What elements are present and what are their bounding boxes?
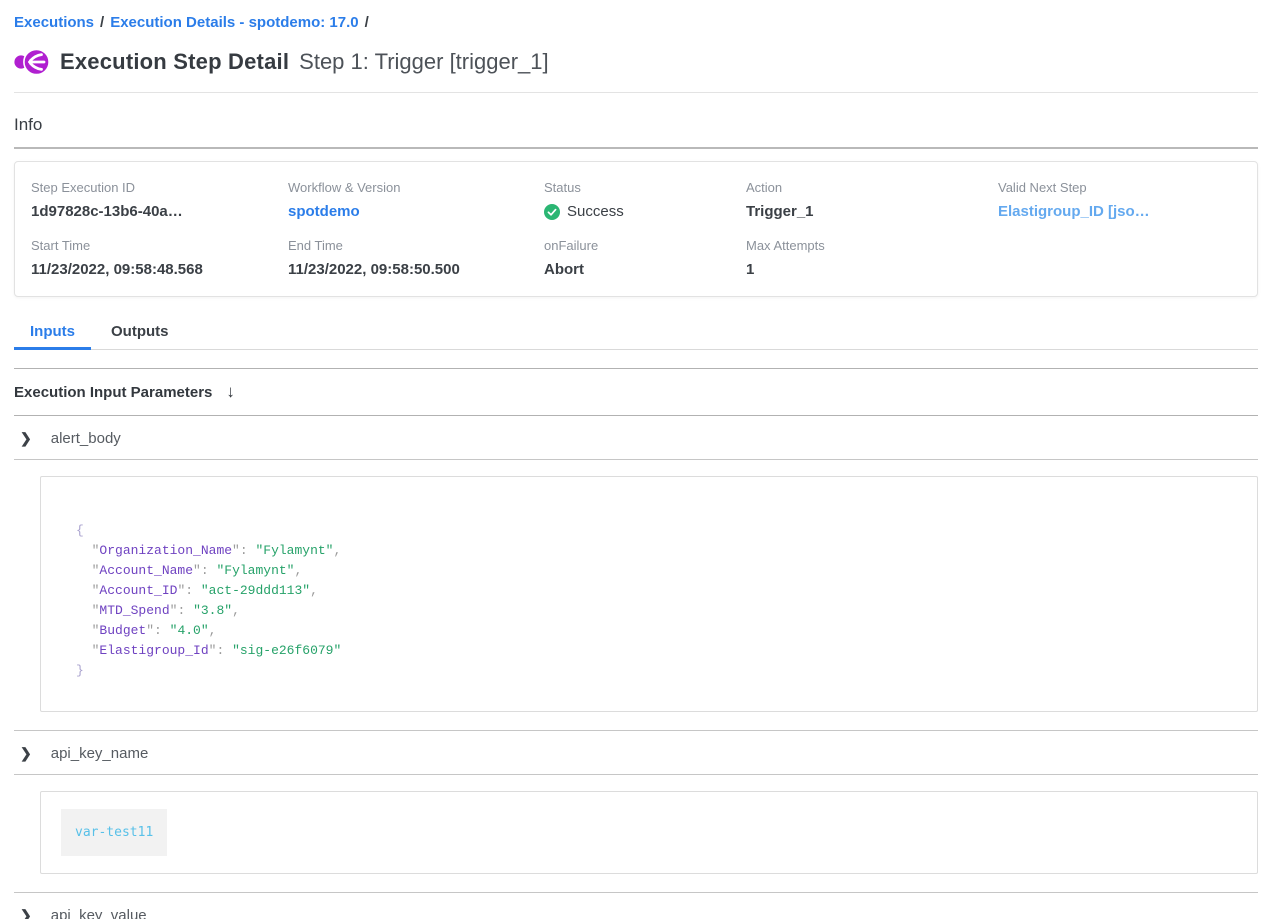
divider (14, 92, 1258, 93)
field-workflow-version: Workflow & Version spotdemo (288, 180, 544, 220)
page-title: Execution Step Detail (60, 49, 289, 75)
arrow-down-icon: ↓ (226, 382, 235, 402)
param-row-alert-body[interactable]: ❯ alert_body (14, 416, 1258, 459)
success-check-icon (544, 204, 560, 220)
breadcrumb-separator: / (94, 14, 110, 31)
field-label: Max Attempts (746, 238, 998, 253)
divider (14, 774, 1258, 775)
field-label: Action (746, 180, 998, 195)
param-row-api-key-name[interactable]: ❯ api_key_name (14, 731, 1258, 774)
field-valid-next-step: Valid Next Step Elastigroup_ID [jso… (998, 180, 1241, 220)
page-header: Execution Step Detail Step 1: Trigger [t… (14, 47, 1258, 77)
field-max-attempts: Max Attempts 1 (746, 238, 998, 278)
breadcrumb: Executions/Execution Details - spotdemo:… (14, 14, 1258, 31)
chevron-right-icon: ❯ (20, 430, 32, 447)
execution-input-parameters-header[interactable]: Execution Input Parameters ↓ (14, 369, 1258, 415)
param-name: api_key_name (51, 745, 149, 762)
page-subtitle: Step 1: Trigger [trigger_1] (299, 49, 548, 75)
field-step-execution-id: Step Execution ID 1d97828c-13b6-40a… (31, 180, 288, 220)
field-label: End Time (288, 238, 544, 253)
breadcrumb-separator: / (359, 14, 375, 31)
chevron-right-icon: ❯ (20, 745, 32, 762)
param-name: alert_body (51, 430, 121, 447)
divider (14, 147, 1258, 149)
workflow-link[interactable]: spotdemo (288, 203, 544, 220)
json-code: { "Organization_Name": "Fylamynt", "Acco… (76, 521, 1237, 681)
field-status: Status Success (544, 180, 746, 220)
divider (14, 459, 1258, 460)
alert-body-json-box: { "Organization_Name": "Fylamynt", "Acco… (40, 476, 1258, 712)
field-value: 11/23/2022, 09:58:50.500 (288, 261, 544, 278)
tab-outputs[interactable]: Outputs (95, 317, 185, 349)
field-value: 1 (746, 261, 998, 278)
field-value: 11/23/2022, 09:58:48.568 (31, 261, 288, 278)
field-onfailure: onFailure Abort (544, 238, 746, 278)
field-label: Step Execution ID (31, 180, 288, 195)
valid-next-step-link[interactable]: Elastigroup_ID [jso… (998, 203, 1241, 220)
field-label: Workflow & Version (288, 180, 544, 195)
breadcrumb-link-executions[interactable]: Executions (14, 14, 94, 31)
tab-inputs[interactable]: Inputs (14, 317, 91, 349)
chevron-right-icon: ❯ (20, 907, 32, 919)
field-start-time: Start Time 11/23/2022, 09:58:48.568 (31, 238, 288, 278)
api-key-name-value-box: var-test11 (40, 791, 1258, 874)
execution-step-detail-page: Executions/Execution Details - spotdemo:… (0, 0, 1272, 919)
field-label: Start Time (31, 238, 288, 253)
info-section-heading: Info (14, 115, 1258, 135)
param-row-api-key-value[interactable]: ❯ api_key_value (14, 893, 1258, 919)
status-text: Success (567, 203, 624, 220)
param-name: api_key_value (51, 907, 147, 919)
params-title: Execution Input Parameters (14, 384, 212, 401)
field-label: onFailure (544, 238, 746, 253)
field-value: Abort (544, 261, 746, 278)
inputs-outputs-tabs: Inputs Outputs (14, 317, 1258, 350)
breadcrumb-link-execution-details[interactable]: Execution Details - spotdemo: 17.0 (110, 14, 358, 31)
api-key-name-value: var-test11 (61, 809, 167, 856)
field-end-time: End Time 11/23/2022, 09:58:50.500 (288, 238, 544, 278)
field-value: Trigger_1 (746, 203, 998, 220)
field-label: Status (544, 180, 746, 195)
field-value: 1d97828c-13b6-40a… (31, 203, 288, 220)
field-label: Valid Next Step (998, 180, 1241, 195)
field-action: Action Trigger_1 (746, 180, 998, 220)
status-badge: Success (544, 203, 746, 220)
info-card: Step Execution ID 1d97828c-13b6-40a… Wor… (14, 161, 1258, 297)
fylamynt-logo-icon (14, 47, 50, 77)
